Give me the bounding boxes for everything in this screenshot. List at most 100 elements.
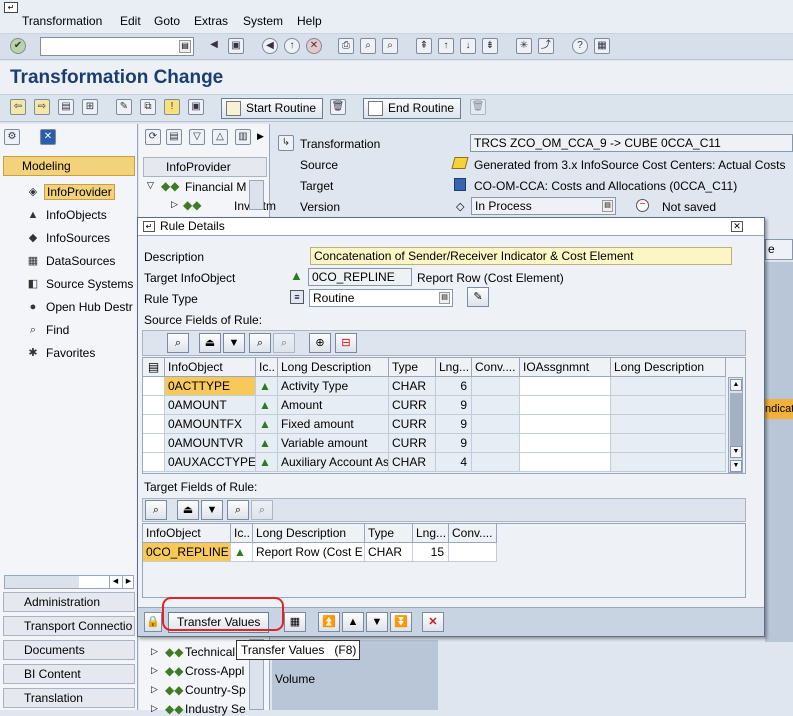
source-grid-scrollbar[interactable]: ▲ ▼ ▼ [728, 377, 743, 473]
scroll-end-icon[interactable]: ▼ [730, 460, 742, 472]
section-documents[interactable]: Documents [3, 640, 135, 660]
tree-item-country[interactable]: Country-Sp [185, 683, 246, 697]
cell-ioassignment[interactable] [520, 453, 611, 472]
end-routine-button[interactable]: End Routine [363, 98, 462, 119]
tree-scrollbar[interactable] [249, 180, 264, 210]
dropdown-icon[interactable]: ▤ [439, 292, 450, 304]
command-field[interactable]: ▤ [40, 37, 194, 56]
sort-asc-icon[interactable]: ⏏ [199, 333, 221, 353]
filter-icon[interactable]: ▼ [223, 333, 245, 353]
find-icon[interactable]: ⌕ [360, 38, 376, 54]
col-infoobject[interactable]: InfoObject [165, 358, 256, 377]
help-icon[interactable]: ? [572, 38, 588, 54]
back-icon[interactable]: ◀ [262, 38, 278, 54]
change-display-icon[interactable]: ✎ [116, 99, 132, 115]
menu-edit[interactable]: Edit [120, 14, 141, 28]
expand-icon[interactable]: ▷ [151, 684, 158, 695]
delete-start-routine-icon[interactable]: 🗑 [330, 99, 346, 115]
cell-infoobject[interactable]: 0CO_REPLINE [143, 543, 231, 562]
new-session-icon[interactable]: ✳ [516, 38, 532, 54]
save-icon[interactable]: ▣ [228, 38, 244, 54]
scroll-up-icon[interactable]: ▲ [730, 379, 742, 391]
modeling-header[interactable]: Modeling [3, 156, 135, 176]
nav-datasources[interactable]: DataSources [46, 254, 115, 268]
cell-ioassignment[interactable] [520, 396, 611, 415]
first-icon[interactable]: ⏫ [318, 612, 340, 632]
details-icon[interactable]: ⌕ [145, 500, 167, 520]
tree-item-cross-appl[interactable]: Cross-Appl [185, 664, 244, 678]
scroll-thumb[interactable] [730, 393, 742, 447]
filter-icon[interactable]: ▼ [201, 500, 223, 520]
cell-infoobject[interactable]: 0AMOUNTFX [165, 415, 256, 434]
tree-item-financial[interactable]: Financial M [185, 180, 246, 194]
nav-settings-icon[interactable]: ⚙ [4, 129, 20, 145]
menu-system[interactable]: System [243, 14, 283, 28]
shortcut-icon[interactable]: ⤴ [538, 38, 554, 54]
rule-type-select[interactable]: Routine ▤ [309, 289, 453, 307]
next-page-icon[interactable]: ↓ [460, 38, 476, 54]
row-selector[interactable] [143, 415, 165, 434]
hierarchy-icon[interactable]: ⊞ [82, 99, 98, 115]
nav-favorites[interactable]: Favorites [46, 346, 95, 360]
col-long-description[interactable]: Long Description [278, 358, 389, 377]
section-translation[interactable]: Translation [3, 688, 135, 708]
section-transport[interactable]: Transport Connectio [3, 616, 135, 636]
row-selector[interactable] [143, 453, 165, 472]
nav-open-hub[interactable]: Open Hub Destr [46, 300, 133, 314]
nav-infosources[interactable]: InfoSources [46, 231, 110, 245]
cell-infoobject[interactable]: 0ACTTYPE [165, 377, 256, 396]
menu-extras[interactable]: Extras [194, 14, 228, 28]
expand-icon[interactable]: ▷ [151, 703, 158, 714]
previous-page-icon[interactable]: ↑ [438, 38, 454, 54]
insert-row-icon[interactable]: ⊕ [309, 333, 331, 353]
cell-infoobject[interactable]: 0AMOUNT [165, 396, 256, 415]
tree-item-industry[interactable]: Industry Se [185, 702, 246, 716]
col-type[interactable]: Type [389, 358, 436, 377]
col-conversion[interactable]: Conv.... [449, 524, 497, 543]
col-conversion[interactable]: Conv.... [472, 358, 520, 377]
tree-layout-icon[interactable]: ▥ [235, 129, 251, 145]
cell-ioassignment[interactable] [520, 434, 611, 453]
cancel-icon[interactable]: ✕ [306, 38, 322, 54]
lock-icon[interactable]: 🔒 [144, 612, 162, 632]
description-field[interactable]: Concatenation of Sender/Receiver Indicat… [310, 247, 732, 265]
nav-infoobjects[interactable]: InfoObjects [46, 208, 107, 222]
expand-icon[interactable]: ▷ [151, 665, 158, 676]
find-icon[interactable]: ⌕ [249, 333, 271, 353]
tree-doc-icon[interactable]: ▤ [166, 129, 182, 145]
tree-item-technical[interactable]: Technical [185, 645, 235, 659]
menu-transformation[interactable]: Transformation [22, 14, 102, 28]
first-page-icon[interactable]: ⇞ [416, 38, 432, 54]
col-type[interactable]: Type [365, 524, 413, 543]
sap-menu-icon[interactable]: ↵ [4, 2, 18, 13]
menu-goto[interactable]: Goto [154, 14, 180, 28]
nav-horizontal-scrollbar[interactable]: ◀ ▶ [4, 575, 134, 589]
menu-help[interactable]: Help [297, 14, 322, 28]
cell-infoobject[interactable]: 0AMOUNTVR [165, 434, 256, 453]
col-icon[interactable]: Ic.. [231, 524, 253, 543]
details-icon[interactable]: ⌕ [167, 333, 189, 353]
scroll-left-icon[interactable]: ◀ [109, 576, 121, 588]
col-icon[interactable]: Ic.. [256, 358, 278, 377]
find-icon[interactable]: ⌕ [227, 500, 249, 520]
overview-icon[interactable]: ▤ [58, 99, 74, 115]
nav-infoprovider[interactable]: InfoProvider [44, 184, 115, 200]
scroll-thumb[interactable] [5, 576, 79, 588]
col-ioassignment[interactable]: IOAssgnmnt [520, 358, 611, 377]
cell-infoobject[interactable]: 0AUXACCTYPE [165, 453, 256, 472]
check-icon[interactable]: ! [164, 99, 180, 115]
row-selector[interactable] [143, 377, 165, 396]
expand-icon[interactable]: ▷ [151, 646, 158, 657]
last-icon[interactable]: ⏬ [390, 612, 412, 632]
section-bi-content[interactable]: BI Content [3, 664, 135, 684]
select-all-icon[interactable]: ▤ [143, 358, 165, 377]
section-administration[interactable]: Administration [3, 592, 135, 612]
tree-refresh-icon[interactable]: ⟳ [145, 129, 161, 145]
collapse-arrow-icon[interactable]: ◀ [206, 38, 222, 54]
row-selector[interactable] [143, 434, 165, 453]
tree-collapse-icon[interactable]: △ [212, 129, 228, 145]
cancel-icon[interactable]: ✕ [422, 612, 444, 632]
last-page-icon[interactable]: ⇟ [482, 38, 498, 54]
row-selector[interactable] [143, 396, 165, 415]
expand-icon[interactable]: ▷ [171, 199, 178, 210]
